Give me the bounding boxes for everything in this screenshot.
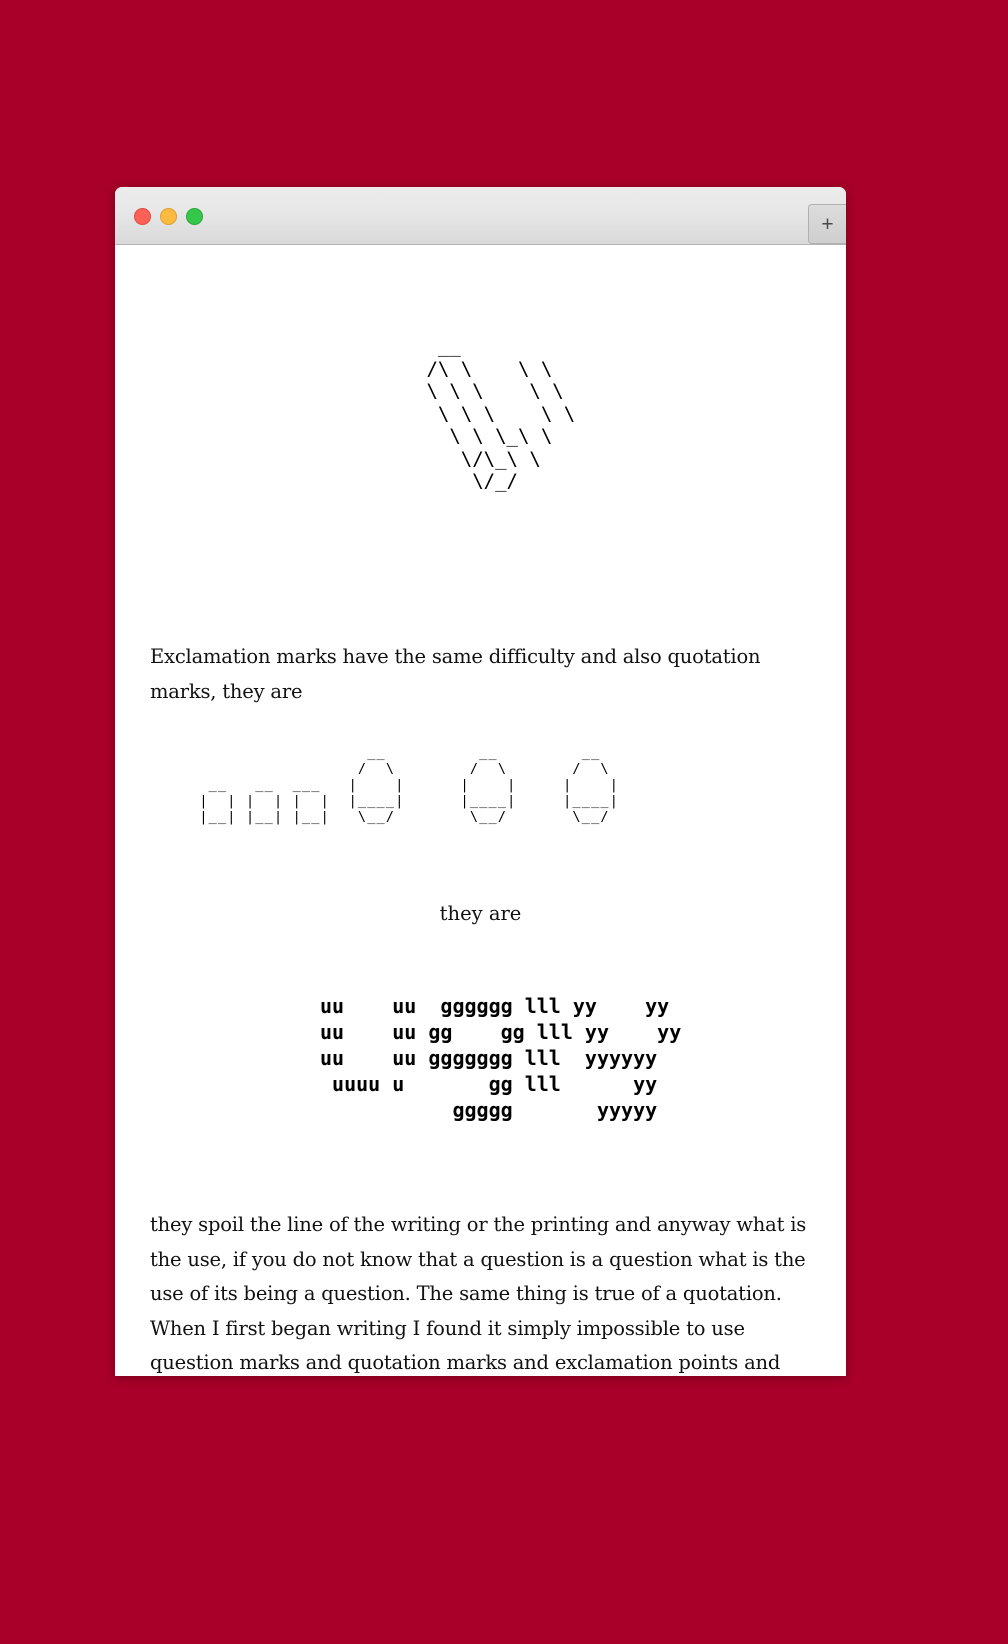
window-titlebar: + <box>115 187 846 245</box>
browser-window: + __ /\ \ \ \ \ \ \ \ \ \ \ \ \ \ \ \ \_… <box>115 187 846 1376</box>
maximize-window-button[interactable] <box>186 208 203 225</box>
they-are-label: they are <box>439 902 522 925</box>
traffic-light-group <box>134 208 203 225</box>
close-window-button[interactable] <box>134 208 151 225</box>
new-tab-button[interactable]: + <box>808 204 846 244</box>
ascii-art-unnecessary: __ __ __ / \ / \ / \ __ __ ___ | | | | |… <box>199 745 620 825</box>
ascii-art-ugly: uu uu gggggg lll yy yy uu uu gg gg lll y… <box>320 994 682 1122</box>
paragraph-tail: they spoil the line of the writing or th… <box>150 1213 807 1374</box>
minimize-window-button[interactable] <box>160 208 177 225</box>
paragraph-lead: Exclamation marks have the same difficul… <box>150 645 761 703</box>
ascii-art-exclamation-mark: __ /\ \ \ \ \ \ \ \ \ \ \ \ \ \ \ \ \_\ … <box>426 335 576 492</box>
page-content: __ /\ \ \ \ \ \ \ \ \ \ \ \ \ \ \ \ \_\ … <box>115 245 846 1376</box>
